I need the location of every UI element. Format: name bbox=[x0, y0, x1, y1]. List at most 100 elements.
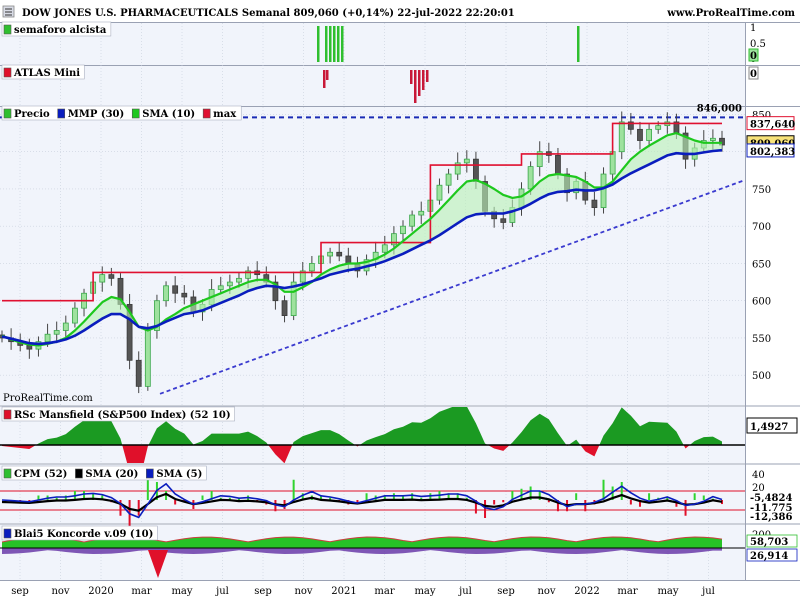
site-label: www.ProRealTime.com bbox=[666, 8, 795, 19]
candle-body bbox=[144, 330, 151, 387]
candle-body bbox=[181, 292, 188, 298]
candle-body bbox=[26, 344, 33, 350]
candle-body bbox=[308, 263, 315, 272]
cpm-readout: -12,386 bbox=[750, 512, 792, 523]
candle-body bbox=[217, 285, 224, 290]
candle-body bbox=[600, 173, 607, 208]
atlas-bar bbox=[323, 70, 326, 88]
semaforo-tick: 0.5 bbox=[750, 39, 766, 50]
price-badge-text: 802,383 bbox=[750, 147, 795, 158]
cpm-bar bbox=[629, 500, 632, 505]
legend-swatch bbox=[202, 108, 211, 119]
legend-label: Precio bbox=[14, 109, 50, 120]
legend-swatch bbox=[3, 67, 12, 78]
x-tick-label: sep bbox=[254, 586, 271, 597]
candle-body bbox=[44, 333, 51, 343]
candle-body bbox=[445, 173, 452, 186]
legend-swatch bbox=[3, 468, 12, 479]
candle-body bbox=[418, 210, 425, 216]
candle-body bbox=[463, 158, 470, 164]
x-tick-label: may bbox=[171, 586, 192, 597]
semaforo-bar bbox=[317, 26, 320, 62]
cpm-bar bbox=[602, 479, 605, 500]
candle-body bbox=[172, 285, 179, 294]
candle-body bbox=[345, 255, 352, 264]
resistance-label: 846,000 bbox=[697, 103, 742, 114]
legend-swatch bbox=[75, 468, 83, 479]
candle-body bbox=[163, 285, 169, 302]
x-tick-label: jul bbox=[215, 586, 229, 597]
candle-body bbox=[72, 307, 78, 324]
candle-body bbox=[637, 128, 643, 141]
semaforo-bar bbox=[337, 26, 340, 62]
semaforo-legend[interactable]: semaforo alcista bbox=[1, 21, 112, 37]
x-tick-label: may bbox=[414, 586, 435, 597]
candle-body bbox=[527, 166, 534, 190]
cpm-bar bbox=[137, 500, 140, 516]
legend-label: RSc Mansfield (S&P500 Index) (52 10) bbox=[14, 410, 231, 421]
candle-body bbox=[226, 281, 233, 287]
atlas-bar bbox=[326, 70, 329, 80]
legend-swatch bbox=[3, 528, 12, 539]
legend-label: SMA (20) bbox=[85, 469, 138, 480]
candle-body bbox=[135, 359, 142, 387]
y-tick-label: 700 bbox=[752, 222, 771, 233]
cpm-bar bbox=[502, 500, 505, 503]
cpm-bar bbox=[620, 482, 623, 500]
candle-body bbox=[99, 274, 106, 283]
candle-body bbox=[62, 322, 69, 331]
candle-body bbox=[409, 214, 416, 227]
cpm-bar bbox=[693, 493, 696, 500]
y-tick-label: 500 bbox=[752, 371, 771, 382]
candle-body bbox=[609, 151, 616, 175]
x-tick-label: mar bbox=[374, 586, 394, 597]
x-tick-label: sep bbox=[11, 586, 28, 597]
cpm-bar bbox=[174, 500, 177, 505]
chart-title: DOW JONES U.S. PHARMACEUTICALS Semanal 8… bbox=[22, 8, 515, 19]
legend-label: max bbox=[213, 109, 237, 120]
legend-label: SMA (10) bbox=[142, 109, 195, 120]
x-tick-label: sep bbox=[497, 586, 514, 597]
candle-body bbox=[108, 274, 115, 279]
candle-body bbox=[500, 218, 507, 223]
legend-label: MMP (30) bbox=[68, 109, 125, 120]
x-tick-label: jul bbox=[701, 586, 715, 597]
candle-body bbox=[400, 225, 406, 235]
watermark: ProRealTime.com bbox=[3, 393, 93, 404]
x-tick-label: nov bbox=[51, 586, 69, 597]
y-tick-label: 650 bbox=[752, 259, 771, 270]
koncorde-legend[interactable]: Blai5 Koncorde v.09 (10) bbox=[1, 525, 158, 541]
candle-body bbox=[281, 300, 288, 317]
candle-body bbox=[555, 155, 561, 175]
x-tick-label: mar bbox=[617, 586, 637, 597]
atlas-legend[interactable]: ATLAS Mini bbox=[1, 64, 85, 80]
cpm-bar bbox=[365, 493, 368, 500]
price-legend[interactable]: Precio MMP (30) SMA (10) max bbox=[1, 105, 242, 121]
atlas-bar bbox=[422, 70, 425, 90]
x-tick-label: jul bbox=[458, 586, 472, 597]
semaforo-tick: 1 bbox=[750, 23, 756, 34]
candle-body bbox=[655, 125, 662, 130]
x-axis: sep nov 2020 mar may jul sep nov 2021 mar may jul se… bbox=[11, 586, 715, 597]
x-tick-label: 2021 bbox=[331, 586, 356, 597]
cpm-bar bbox=[201, 495, 204, 500]
atlas-readout: 0 bbox=[750, 69, 757, 80]
legend-swatch bbox=[3, 409, 12, 420]
cpm-bar bbox=[584, 500, 587, 512]
rsc-legend[interactable]: RSc Mansfield (S&P500 Index) (52 10) bbox=[1, 406, 235, 422]
candle-body bbox=[53, 330, 60, 335]
atlas-bar bbox=[418, 70, 421, 96]
semaforo-readout: 0 bbox=[750, 51, 757, 62]
legend-swatch bbox=[146, 468, 154, 479]
cpm-bar bbox=[648, 493, 651, 500]
atlas-bar bbox=[414, 70, 417, 103]
x-tick-label: mar bbox=[131, 586, 151, 597]
y-tick-label: 600 bbox=[752, 297, 771, 308]
y-tick-label: 750 bbox=[752, 185, 771, 196]
candle-body bbox=[236, 277, 242, 283]
semaforo-bar bbox=[329, 26, 332, 62]
legend-swatch bbox=[57, 108, 66, 119]
cpm-legend[interactable]: CPM (52) SMA (20) SMA (5) bbox=[1, 465, 207, 481]
header-menu-icon[interactable] bbox=[2, 5, 15, 18]
x-tick-label: may bbox=[657, 586, 678, 597]
